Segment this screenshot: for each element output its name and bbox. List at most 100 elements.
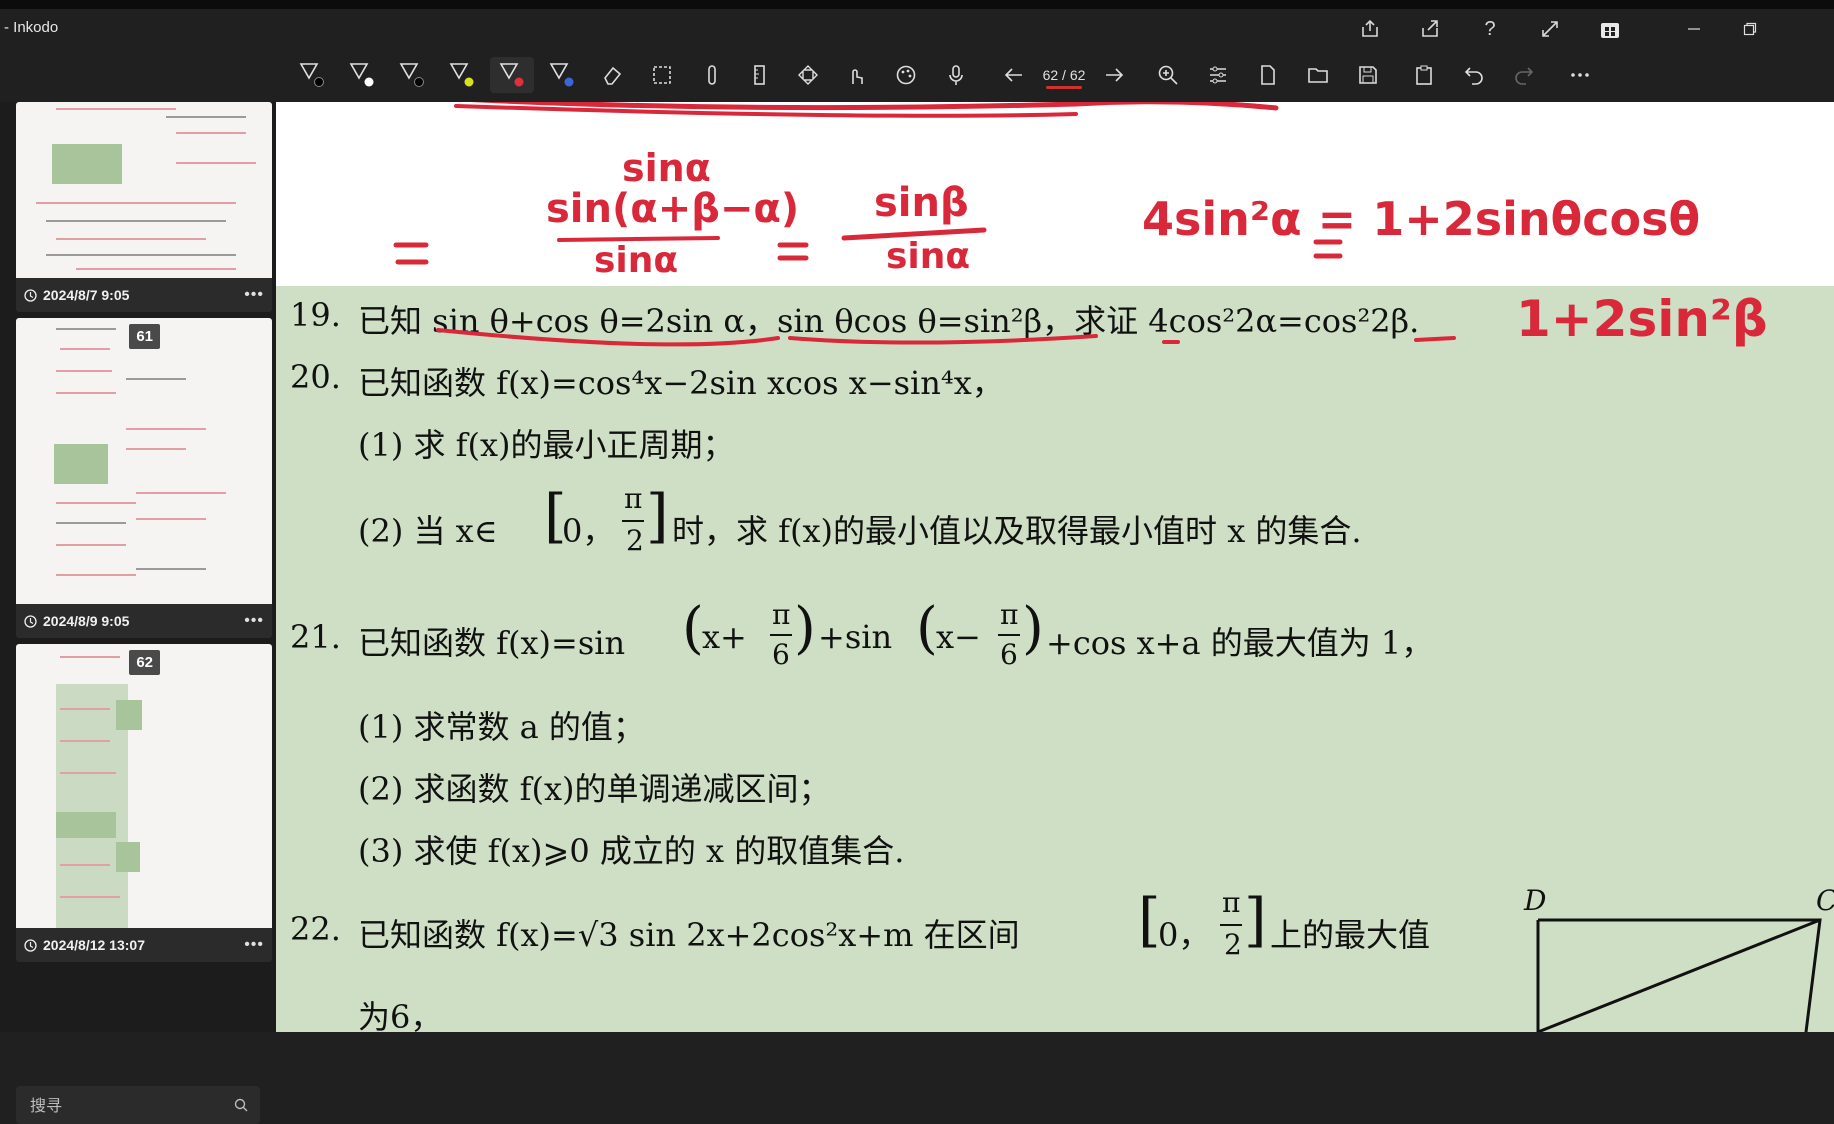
page-number-badge: 62 bbox=[129, 650, 160, 675]
pen-black-icon[interactable] bbox=[290, 57, 334, 93]
page-date-text: 2024/8/9 9:05 bbox=[43, 613, 130, 629]
pen-black-2-icon[interactable] bbox=[390, 57, 434, 93]
restore-icon[interactable] bbox=[1722, 9, 1778, 49]
handwritten-fraction-2-numerator: sinβ bbox=[874, 180, 969, 226]
problem-21-rest: +cos x+a 的最大值为 1， bbox=[1046, 624, 1434, 662]
problem-21-part-2: (2) 求函数 f(x)的单调递减区间； bbox=[358, 770, 831, 808]
ruler-icon[interactable] bbox=[738, 57, 782, 93]
problem-22-number: 22. bbox=[290, 910, 341, 948]
problem-22-continued: 为6， bbox=[358, 998, 443, 1032]
clipboard-icon[interactable] bbox=[1402, 57, 1446, 93]
problem-20-part-2-rest: 时，求 f(x)的最小值以及取得最小值时 x 的集合. bbox=[672, 512, 1362, 550]
problem-21-part-3: (3) 求使 f(x)⩾0 成立的 x 的取值集合. bbox=[358, 832, 905, 870]
problem-20-number: 20. bbox=[290, 358, 341, 396]
page-date: 2024/8/9 9:05 bbox=[24, 613, 129, 629]
pen-white-icon[interactable] bbox=[340, 57, 384, 93]
problem-20-two: 2 bbox=[626, 524, 644, 557]
page-more-icon[interactable]: ••• bbox=[244, 286, 264, 304]
problem-21-part-1: (1) 求常数 a 的值； bbox=[358, 708, 645, 746]
paren-close: ) bbox=[794, 596, 816, 661]
search-box[interactable] bbox=[16, 1086, 260, 1124]
previous-page-icon[interactable] bbox=[992, 57, 1036, 93]
save-icon[interactable] bbox=[1346, 57, 1390, 93]
lasso-select-icon[interactable] bbox=[640, 57, 684, 93]
problem-21-x-plus: x+ bbox=[702, 618, 747, 656]
export-icon[interactable] bbox=[1400, 15, 1460, 43]
app-title: - Inkodo bbox=[4, 19, 59, 36]
page-card-1[interactable]: 2024/8/7 9:05 ••• bbox=[16, 102, 272, 312]
page-thumbnail[interactable] bbox=[16, 102, 272, 278]
fraction-bar bbox=[1220, 924, 1242, 926]
page-thumbnail[interactable]: 62 bbox=[16, 644, 272, 928]
share-icon[interactable] bbox=[1340, 15, 1400, 43]
problem-21-lead: 已知函数 f(x)=sin bbox=[358, 624, 626, 662]
store-icon[interactable] bbox=[1580, 15, 1640, 43]
page-more-icon[interactable]: ••• bbox=[244, 612, 264, 630]
problem-21-plus-sin: +sin bbox=[818, 618, 893, 656]
paren-open: ( bbox=[682, 596, 704, 661]
touch-icon[interactable] bbox=[834, 57, 878, 93]
next-page-icon[interactable] bbox=[1092, 57, 1136, 93]
eraser-icon[interactable] bbox=[590, 57, 634, 93]
handwritten-fraction-1-numerator: sin(α+β−α) bbox=[546, 186, 800, 232]
paren-open: ( bbox=[916, 596, 938, 661]
page-card-62[interactable]: 62 2024/8/12 13:07 ••• bbox=[16, 644, 272, 962]
pen-mode-icon[interactable] bbox=[690, 57, 734, 93]
page-indicator[interactable]: 62 / 62 bbox=[1036, 57, 1092, 93]
undo-icon[interactable] bbox=[1452, 57, 1496, 93]
pen-red-icon[interactable] bbox=[490, 57, 534, 93]
title-bar: - Inkodo ? bbox=[0, 9, 1834, 49]
more-icon[interactable] bbox=[1558, 57, 1602, 93]
title-bar-actions: ? bbox=[1340, 15, 1640, 43]
handwritten-fraction-1-denominator: sinα bbox=[594, 240, 679, 281]
microphone-icon[interactable] bbox=[934, 57, 978, 93]
settings-icon[interactable] bbox=[1196, 57, 1240, 93]
page-date: 2024/8/7 9:05 bbox=[24, 287, 129, 303]
problem-20-part-2-lead: (2) 当 x∈ bbox=[358, 512, 498, 550]
move-icon[interactable] bbox=[786, 57, 830, 93]
problem-22-two: 2 bbox=[1224, 928, 1242, 961]
page-indicator-text: 62 / 62 bbox=[1042, 67, 1086, 83]
new-page-icon[interactable] bbox=[1246, 57, 1290, 93]
open-folder-icon[interactable] bbox=[1296, 57, 1340, 93]
problem-21-x-minus: x− bbox=[936, 618, 981, 656]
page-more-icon[interactable]: ••• bbox=[244, 936, 264, 954]
fraction-bar bbox=[770, 634, 792, 636]
page-card-61[interactable]: 61 2024/8/9 9:05 ••• bbox=[16, 318, 272, 638]
fraction-bar bbox=[998, 634, 1020, 636]
top-strip bbox=[0, 0, 1834, 9]
problem-19-text: 已知 sin θ+cos θ=2sin α，sin θcos θ=sin²β，求… bbox=[358, 302, 1420, 340]
zoom-in-icon[interactable] bbox=[1146, 57, 1190, 93]
search-input[interactable] bbox=[28, 1094, 212, 1116]
problem-21-six-a: 6 bbox=[772, 638, 790, 671]
problem-22-rest: 上的最大值 bbox=[1270, 916, 1431, 954]
expand-icon[interactable] bbox=[1520, 15, 1580, 43]
handwritten-equation-right: 4sin²α = 1+2sinθcosθ bbox=[1142, 192, 1701, 246]
help-icon[interactable]: ? bbox=[1460, 15, 1520, 43]
problem-20-part-1: (1) 求 f(x)的最小正周期； bbox=[358, 426, 735, 464]
redo-icon[interactable] bbox=[1502, 57, 1546, 93]
handwritten-sina-top: sinα bbox=[622, 146, 711, 190]
page-thumbnail[interactable]: 61 bbox=[16, 318, 272, 604]
interval-bracket-right: ] bbox=[646, 482, 669, 550]
problem-20-text: 已知函数 f(x)=cos⁴x−2sin xcos x−sin⁴x， bbox=[358, 364, 1004, 402]
pen-blue-icon[interactable] bbox=[540, 57, 584, 93]
palette-icon[interactable] bbox=[884, 57, 928, 93]
problem-21-number: 21. bbox=[290, 618, 341, 656]
page-date: 2024/8/12 13:07 bbox=[24, 937, 145, 953]
minimize-icon[interactable] bbox=[1666, 9, 1722, 49]
problem-19-number: 19. bbox=[290, 296, 341, 334]
search-icon[interactable] bbox=[234, 1098, 248, 1112]
page-number-badge: 61 bbox=[129, 324, 160, 349]
note-canvas[interactable]: 19. 已知 sin θ+cos θ=2sin α，sin θcos θ=sin… bbox=[276, 102, 1834, 1032]
close-icon[interactable] bbox=[1778, 9, 1834, 49]
handwritten-side-note: 1+2sin²β bbox=[1516, 290, 1768, 348]
paren-close: ) bbox=[1022, 596, 1044, 661]
problem-20-interval-start: 0， bbox=[562, 512, 615, 550]
problem-22-pi: π bbox=[1222, 886, 1241, 919]
highlighter-yellow-icon[interactable] bbox=[440, 57, 484, 93]
problem-21-six-b: 6 bbox=[1000, 638, 1018, 671]
window-controls bbox=[1666, 9, 1834, 49]
problem-21-pi-a: π bbox=[772, 598, 791, 631]
interval-bracket-right: ] bbox=[1244, 886, 1267, 954]
